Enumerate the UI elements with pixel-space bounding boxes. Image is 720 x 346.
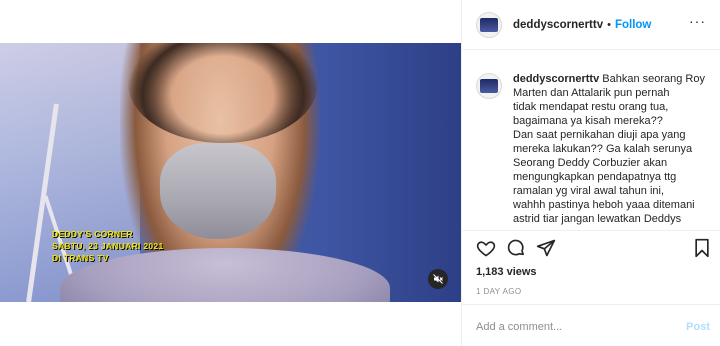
paper-plane-icon xyxy=(536,239,556,257)
share-button[interactable] xyxy=(536,238,556,263)
follow-button[interactable]: Follow xyxy=(615,19,651,31)
header-username[interactable]: deddyscornerttv xyxy=(513,19,603,31)
caption-line: Seorang Deddy Corbuzier akan xyxy=(513,157,668,169)
heart-icon xyxy=(476,241,496,257)
view-count[interactable]: 1,183 views xyxy=(476,266,537,278)
caption-username[interactable]: deddyscornerttv xyxy=(513,73,599,85)
divider xyxy=(462,304,720,305)
media-panel: DEDDY'S CORNER SABTU, 23 JANUARI 2021 DI… xyxy=(0,0,461,346)
post-timestamp[interactable]: 1 DAY AGO xyxy=(476,287,522,296)
comment-button[interactable] xyxy=(506,238,526,263)
caption-line: Bahkan seorang Roy xyxy=(602,73,705,85)
action-bar xyxy=(474,238,714,262)
video-caption-line1: DEDDY'S CORNER xyxy=(52,229,133,239)
video-player[interactable]: DEDDY'S CORNER SABTU, 23 JANUARI 2021 DI… xyxy=(0,43,461,302)
caption-line: mereka lakukan?? Ga kalah serunya xyxy=(513,143,693,155)
video-caption-line2: SABTU, 23 JANUARI 2021 xyxy=(52,241,164,251)
caption-line: Dan saat pernikahan diuji apa yang xyxy=(513,129,686,141)
comment-bubble-icon xyxy=(507,239,524,256)
video-caption: DEDDY'S CORNER SABTU, 23 JANUARI 2021 DI… xyxy=(52,228,163,264)
caption-line: ramalan yg viral awal tahun ini, xyxy=(513,185,665,197)
caption-line: mengungkapkan pendapatnya ttg xyxy=(513,171,677,183)
caption-line: wahhh pastinya heboh yaaa ditemani xyxy=(513,199,695,211)
comments-list[interactable]: deddyscornerttv Bahkan seorang Roy Marte… xyxy=(462,57,720,230)
mute-button[interactable] xyxy=(428,269,448,289)
separator-dot: • xyxy=(607,18,611,31)
more-options-icon[interactable]: ··· xyxy=(689,13,706,29)
bookmark-icon xyxy=(695,238,709,258)
save-button[interactable] xyxy=(692,238,712,263)
caption-text: deddyscornerttv Bahkan seorang Roy Marte… xyxy=(513,72,709,226)
comment-form: Post xyxy=(476,318,710,336)
post-sidebar: deddyscornerttv • Follow ··· deddyscorne… xyxy=(461,0,720,346)
caption-line: astrid tiar jangan lewatkan Deddys xyxy=(513,213,682,225)
face-mask xyxy=(160,143,276,239)
caption-line: bagaimana ya kisah mereka?? xyxy=(513,115,663,127)
post-comment-button[interactable]: Post xyxy=(686,321,710,333)
video-caption-line3: DI TRANS TV xyxy=(52,253,109,263)
like-button[interactable] xyxy=(476,238,496,263)
speaker-muted-icon xyxy=(433,274,443,284)
caption-avatar[interactable] xyxy=(476,73,502,99)
comment-input[interactable] xyxy=(476,321,681,333)
divider xyxy=(462,230,720,231)
avatar[interactable] xyxy=(476,11,502,38)
post-header: deddyscornerttv • Follow ··· xyxy=(462,0,720,50)
caption-row: deddyscornerttv Bahkan seorang Roy Marte… xyxy=(462,57,720,226)
caption-line: tidak mendapat restu orang tua, xyxy=(513,101,669,113)
caption-line: Marten dan Attalarik pun pernah xyxy=(513,87,670,99)
